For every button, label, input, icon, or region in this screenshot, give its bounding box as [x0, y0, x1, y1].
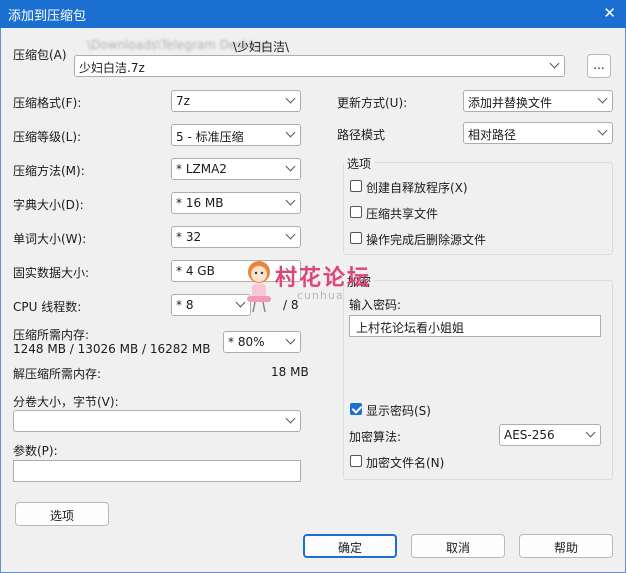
password-label: 输入密码:: [349, 298, 402, 312]
window-title: 添加到压缩包: [8, 9, 87, 24]
chevron-down-icon[interactable]: [284, 94, 296, 106]
mem-percent-select[interactable]: * 80%: [223, 331, 301, 353]
cancel-button[interactable]: 取消: [411, 534, 505, 558]
show-password-checkbox[interactable]: [350, 403, 362, 415]
solid-label: 固实数据大小:: [13, 266, 90, 280]
chevron-down-icon[interactable]: [596, 94, 608, 106]
format-select[interactable]: 7z: [171, 90, 301, 112]
watermark-mascot-icon: [239, 258, 279, 314]
update-value: 添加并替换文件: [468, 96, 553, 110]
options-button[interactable]: 选项: [15, 502, 109, 526]
decomp-value: 18 MB: [271, 365, 309, 379]
params-label: 参数(P):: [13, 444, 58, 458]
chevron-down-icon[interactable]: [284, 230, 296, 242]
shared-label[interactable]: 压缩共享文件: [366, 205, 438, 222]
ok-button[interactable]: 确定: [303, 534, 397, 558]
word-value: * 32: [176, 230, 202, 244]
format-label: 压缩格式(F):: [13, 96, 82, 110]
shared-checkbox[interactable]: [350, 206, 362, 218]
chevron-down-icon[interactable]: [548, 59, 560, 71]
archive-filename-combobox[interactable]: 少妇白洁.7z: [74, 55, 565, 77]
solid-value: * 4 GB: [176, 264, 215, 278]
chevron-down-icon[interactable]: [584, 428, 596, 440]
chevron-down-icon[interactable]: [284, 162, 296, 174]
watermark-title: 村花论坛: [275, 265, 372, 291]
dict-value: * 16 MB: [176, 196, 224, 210]
help-button[interactable]: 帮助: [519, 534, 613, 558]
pathmode-value: 相对路径: [468, 128, 517, 142]
method-select[interactable]: * LZMA2: [171, 158, 301, 180]
browse-button[interactable]: ...: [587, 54, 611, 78]
delete-source-checkbox[interactable]: [350, 232, 362, 244]
word-select[interactable]: * 32: [171, 226, 301, 248]
mem-percent-value: * 80%: [228, 335, 265, 349]
close-icon[interactable]: ✕: [603, 4, 616, 22]
archive-path-suffix: \少妇白洁\: [233, 40, 290, 54]
pathmode-select[interactable]: 相对路径: [463, 122, 613, 144]
sfx-checkbox[interactable]: [350, 180, 362, 192]
chevron-down-icon[interactable]: [284, 414, 296, 426]
cpu-value: * 8: [176, 298, 194, 312]
encrypt-names-label[interactable]: 加密文件名(N): [366, 454, 444, 471]
level-label: 压缩等级(L):: [13, 130, 82, 144]
dialog-body: 压缩包(A) \Downloads\Telegram Desktop \少妇白洁…: [0, 28, 626, 573]
method-value: * LZMA2: [176, 162, 227, 176]
level-value: 5 - 标准压缩: [176, 130, 244, 144]
chevron-down-icon[interactable]: [596, 126, 608, 138]
chevron-down-icon[interactable]: [284, 128, 296, 140]
chevron-down-icon[interactable]: [284, 335, 296, 347]
method-label: 压缩方法(M):: [13, 164, 85, 178]
params-input[interactable]: [13, 460, 301, 482]
level-select[interactable]: 5 - 标准压缩: [171, 124, 301, 146]
dict-select[interactable]: * 16 MB: [171, 192, 301, 214]
password-input[interactable]: 上村花论坛看小姐姐: [349, 315, 601, 337]
mem-value: 1248 MB / 13026 MB / 16282 MB: [13, 342, 211, 356]
encrypt-names-checkbox[interactable]: [350, 455, 362, 467]
sfx-label[interactable]: 创建自释放程序(X): [366, 179, 468, 196]
enc-method-label: 加密算法:: [349, 430, 402, 444]
update-select[interactable]: 添加并替换文件: [463, 90, 613, 112]
dict-label: 字典大小(D):: [13, 198, 84, 212]
options-group-title: 选项: [344, 155, 375, 172]
word-label: 单词大小(W):: [13, 232, 87, 246]
title-bar: 添加到压缩包 ✕: [0, 0, 626, 28]
volume-combobox[interactable]: [13, 410, 301, 432]
format-value: 7z: [176, 94, 190, 108]
enc-method-value: AES-256: [504, 428, 555, 442]
volume-label: 分卷大小，字节(V):: [13, 395, 119, 409]
archive-filename-value: 少妇白洁.7z: [79, 61, 145, 75]
update-label: 更新方式(U):: [337, 96, 408, 110]
show-password-label[interactable]: 显示密码(S): [366, 402, 431, 419]
decomp-label: 解压缩所需内存:: [13, 367, 102, 381]
cpu-label: CPU 线程数:: [13, 300, 82, 314]
enc-method-select[interactable]: AES-256: [499, 424, 601, 446]
watermark-subtitle: cunhua: [297, 289, 344, 302]
archive-label: 压缩包(A): [13, 48, 67, 62]
delete-source-label[interactable]: 操作完成后删除源文件: [366, 231, 486, 248]
mem-label: 压缩所需内存:: [13, 328, 90, 342]
pathmode-label: 路径模式: [337, 128, 386, 142]
chevron-down-icon[interactable]: [284, 196, 296, 208]
